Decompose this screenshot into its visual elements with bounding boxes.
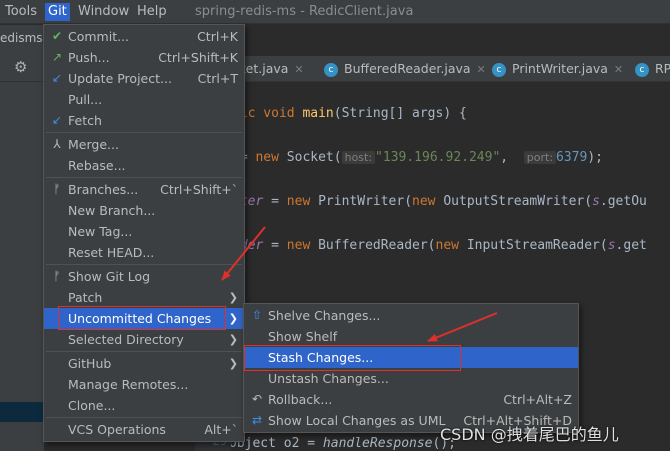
menu-item-rebase[interactable]: Rebase... bbox=[44, 155, 244, 176]
merge-icon: ⅄ bbox=[53, 137, 61, 151]
chevron-right-icon: ❯ bbox=[228, 291, 238, 304]
tab-bufferedreader[interactable]: c BufferedReader.java ✕ bbox=[324, 56, 486, 82]
git-log-icon: ᚠ bbox=[53, 269, 61, 283]
menu-separator bbox=[46, 351, 242, 352]
menu-item-shelve-changes[interactable]: ⇧ Shelve Changes... bbox=[244, 305, 578, 326]
editor-tab-bar: cket.java ✕ c BufferedReader.java ✕ c PrintW… bbox=[232, 56, 670, 82]
class-icon: c bbox=[635, 62, 649, 77]
fetch-icon: ↙ bbox=[51, 113, 63, 127]
menu-item-merge[interactable]: ⅄ Merge... bbox=[44, 134, 244, 155]
menu-bar: Tools Git Window Help spring-redis-ms - … bbox=[0, 0, 670, 24]
menu-separator bbox=[46, 177, 242, 178]
menu-item-pull[interactable]: Pull... bbox=[44, 89, 244, 110]
close-icon[interactable]: ✕ bbox=[477, 63, 486, 76]
project-panel bbox=[0, 82, 44, 451]
menu-item-update-project[interactable]: ↙ Update Project... Ctrl+T bbox=[44, 68, 244, 89]
rollback-icon: ↶ bbox=[251, 392, 263, 406]
menu-item-github[interactable]: GitHub ❯ bbox=[44, 353, 244, 374]
menu-item-unstash-changes[interactable]: Unstash Changes... bbox=[244, 368, 578, 389]
close-icon[interactable]: ✕ bbox=[294, 63, 303, 76]
chevron-right-icon: ❯ bbox=[228, 312, 238, 325]
code-line: = new Socket(host:"139.196.92.249", port… bbox=[240, 150, 603, 165]
menu-item-patch[interactable]: Patch ❯ bbox=[44, 287, 244, 308]
param-hint: port: bbox=[523, 151, 557, 164]
check-icon: ✔ bbox=[51, 29, 63, 43]
chevron-right-icon: ❯ bbox=[228, 333, 238, 346]
menu-item-fetch[interactable]: ↙ Fetch bbox=[44, 110, 244, 131]
uml-icon: ⇄ bbox=[251, 413, 263, 427]
tab-rpr[interactable]: c RPr bbox=[635, 56, 670, 82]
code-line: ader = new BufferedReader(new InputStrea… bbox=[232, 238, 647, 253]
tab-label: BufferedReader.java bbox=[344, 61, 471, 76]
code-line: Object o2 = handleResponse(); bbox=[229, 436, 456, 451]
project-selected-row[interactable] bbox=[0, 402, 44, 422]
class-icon: c bbox=[492, 62, 506, 77]
menu-item-uncommitted-changes[interactable]: Uncommitted Changes ❯ bbox=[44, 308, 244, 329]
shelve-icon: ⇧ bbox=[251, 308, 263, 322]
git-menu: ✔ Commit... Ctrl+K ↗ Push... Ctrl+Shift+K ↙ U… bbox=[43, 24, 245, 442]
chevron-right-icon: ❯ bbox=[228, 357, 238, 370]
code-line: iter = new PrintWriter(new OutputStreamW… bbox=[232, 194, 647, 209]
menu-item-selected-directory[interactable]: Selected Directory ❯ bbox=[44, 329, 244, 350]
menu-git[interactable]: Git bbox=[45, 3, 70, 21]
update-arrow-icon: ↙ bbox=[51, 71, 63, 85]
menu-window[interactable]: Window bbox=[75, 3, 132, 21]
branch-icon: ᚠ bbox=[53, 182, 61, 196]
menu-help[interactable]: Help bbox=[134, 3, 170, 21]
menu-tools[interactable]: Tools bbox=[2, 3, 40, 21]
watermark: CSDN @拽着尾巴的鱼儿 bbox=[440, 425, 619, 444]
menu-item-vcs-operations[interactable]: VCS Operations Alt+` bbox=[44, 419, 244, 440]
menu-item-branches[interactable]: ᚠ Branches... Ctrl+Shift+` bbox=[44, 179, 244, 200]
menu-item-manage-remotes[interactable]: Manage Remotes... bbox=[44, 374, 244, 395]
menu-item-new-tag[interactable]: New Tag... bbox=[44, 221, 244, 242]
menu-item-stash-changes[interactable]: Stash Changes... bbox=[244, 347, 578, 368]
menu-separator bbox=[46, 417, 242, 418]
tab-label: RPr bbox=[655, 61, 670, 76]
menu-item-commit[interactable]: ✔ Commit... Ctrl+K bbox=[44, 26, 244, 47]
menu-item-push[interactable]: ↗ Push... Ctrl+Shift+K bbox=[44, 47, 244, 68]
menu-separator bbox=[46, 264, 242, 265]
menu-item-clone[interactable]: Clone... bbox=[44, 395, 244, 416]
code-line: tic void main(String[] args) { bbox=[232, 106, 467, 121]
push-arrow-icon: ↗ bbox=[51, 50, 63, 64]
tab-printwriter[interactable]: c PrintWriter.java ✕ bbox=[492, 56, 623, 82]
tab-label: PrintWriter.java bbox=[512, 61, 608, 76]
uncommitted-changes-submenu: ⇧ Shelve Changes... Show Shelf Stash Chan… bbox=[243, 303, 579, 433]
menu-item-rollback[interactable]: ↶ Rollback... Ctrl+Alt+Z bbox=[244, 389, 578, 410]
project-label: edisms bbox=[0, 31, 43, 45]
window-title: spring-redis-ms - RedicClient.java bbox=[195, 4, 414, 19]
menu-item-show-git-log[interactable]: ᚠ Show Git Log bbox=[44, 266, 244, 287]
close-icon[interactable]: ✕ bbox=[614, 63, 623, 76]
menu-item-reset-head[interactable]: Reset HEAD... bbox=[44, 242, 244, 263]
gear-icon[interactable]: ⚙ bbox=[14, 58, 27, 76]
param-hint: host: bbox=[341, 151, 376, 164]
menu-separator bbox=[46, 132, 242, 133]
class-icon: c bbox=[324, 62, 338, 77]
menu-item-new-branch[interactable]: New Branch... bbox=[44, 200, 244, 221]
menu-item-show-shelf[interactable]: Show Shelf bbox=[244, 326, 578, 347]
